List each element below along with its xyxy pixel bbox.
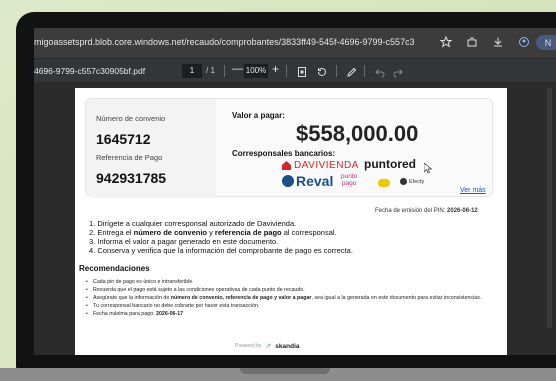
pdf-page: Número de convenio 1645712 Referencia de…: [75, 88, 507, 355]
pdf-filename: 4696-9799-c557c30905bf.pdf: [34, 66, 146, 76]
recommendations-title: Recomendaciones: [79, 264, 150, 273]
skandia-wordmark: skandia: [275, 342, 300, 350]
undo-icon[interactable]: [374, 65, 386, 78]
document-footer: Powered by ↗ skandia: [235, 342, 300, 351]
browser-window: migoassetsprd.blob.core.windows.net/reca…: [34, 28, 556, 355]
zoom-in-button[interactable]: +: [272, 62, 279, 76]
annotate-icon[interactable]: [346, 65, 358, 77]
recommendation-item: Asegúrate que la información de número d…: [86, 294, 493, 302]
pdf-scrollbar[interactable]: [547, 88, 552, 328]
toolbar-divider: [286, 65, 287, 77]
referencia-label: Referencia de Pago: [96, 153, 163, 162]
puntopago-line1: punto: [341, 173, 358, 180]
toolbar-divider: [364, 65, 365, 77]
ver-mas-link[interactable]: Ver más: [460, 187, 486, 194]
davivienda-logo: DAVIVIENDA: [282, 160, 359, 171]
efecty-mark-icon: [400, 178, 407, 185]
zoom-input[interactable]: 100%: [244, 64, 268, 78]
page-number-input[interactable]: 1: [182, 64, 202, 78]
instruction-step: 3. Informa el valor a pagar generado en …: [89, 237, 279, 246]
star-icon[interactable]: [438, 34, 454, 50]
fit-page-icon[interactable]: [296, 65, 308, 77]
recommendation-item: Cada pin de pago es único e intransferib…: [86, 278, 493, 286]
zoom-out-button[interactable]: —: [232, 63, 243, 75]
referencia-number: 942931785: [96, 170, 167, 186]
recommendation-item: Recuerda que el pago está sujeto a las c…: [86, 286, 493, 294]
profile-icon[interactable]: [516, 34, 532, 50]
powered-by-label: Powered by: [235, 343, 262, 349]
profile-avatar[interactable]: N: [536, 35, 556, 50]
convenio-number: 1645712: [96, 131, 151, 147]
redo-icon[interactable]: [392, 65, 404, 78]
efecty-logo: Efecty: [400, 178, 424, 185]
toolbar-divider: [336, 65, 337, 77]
device-notch: [240, 368, 330, 374]
page-total: / 1: [206, 66, 215, 75]
puntopago-line2: pago: [341, 180, 357, 187]
instruction-step: 2. Entrega el número de convenio y refer…: [89, 228, 337, 237]
toolbar-divider: [224, 65, 225, 77]
rotate-icon[interactable]: [316, 65, 328, 77]
puntopago-logo: punto pago: [341, 173, 357, 187]
recommendations-list: Cada pin de pago es único e intransferib…: [86, 278, 493, 318]
puntored-logo: puntored: [364, 157, 416, 171]
emission-label: Fecha de emisión del PIN:: [375, 208, 448, 214]
address-bar: migoassetsprd.blob.core.windows.net/reca…: [34, 28, 556, 58]
efecty-wordmark: Efecty: [409, 178, 425, 185]
instructions-list: 1. Dirígete a cualquier corresponsal aut…: [89, 219, 353, 255]
reval-mark-icon: [282, 175, 294, 187]
reval-wordmark: Reval: [296, 173, 334, 189]
instruction-step: 1. Dirígete a cualquier corresponsal aut…: [89, 219, 297, 228]
correspondents-label: Corresponsales bancarios:: [232, 149, 336, 158]
instruction-step: 4. Conserva y verifica que la informació…: [89, 246, 353, 255]
yellow-brand-logo: [378, 179, 390, 187]
convenio-label: Número de convenio: [96, 114, 166, 123]
pay-label: Valor a pagar:: [232, 111, 285, 120]
payment-amount: $558,000.00: [296, 121, 419, 146]
payment-card: Número de convenio 1645712 Referencia de…: [85, 98, 493, 198]
recommendation-item: Fecha máxima para pago: 2026-06-17: [86, 310, 493, 318]
emission-value: 2026-06-12: [447, 208, 478, 214]
davivienda-wordmark: DAVIVIENDA: [294, 160, 359, 171]
pdf-toolbar: 4696-9799-c557c30905bf.pdf 1 / 1 — 100% …: [34, 58, 556, 82]
davivienda-house-icon: [282, 161, 291, 170]
url-text[interactable]: migoassetsprd.blob.core.windows.net/reca…: [34, 37, 414, 47]
extensions-icon[interactable]: [464, 34, 480, 50]
skandia-mark-icon: ↗: [265, 343, 272, 350]
reval-logo: Reval: [282, 173, 333, 189]
cursor-icon: [423, 160, 433, 178]
recommendation-item: Tu corresponsal bancario no debe cobrart…: [86, 302, 493, 310]
emission-date: Fecha de emisión del PIN: 2026-06-12: [375, 208, 478, 214]
download-icon[interactable]: [490, 34, 506, 50]
